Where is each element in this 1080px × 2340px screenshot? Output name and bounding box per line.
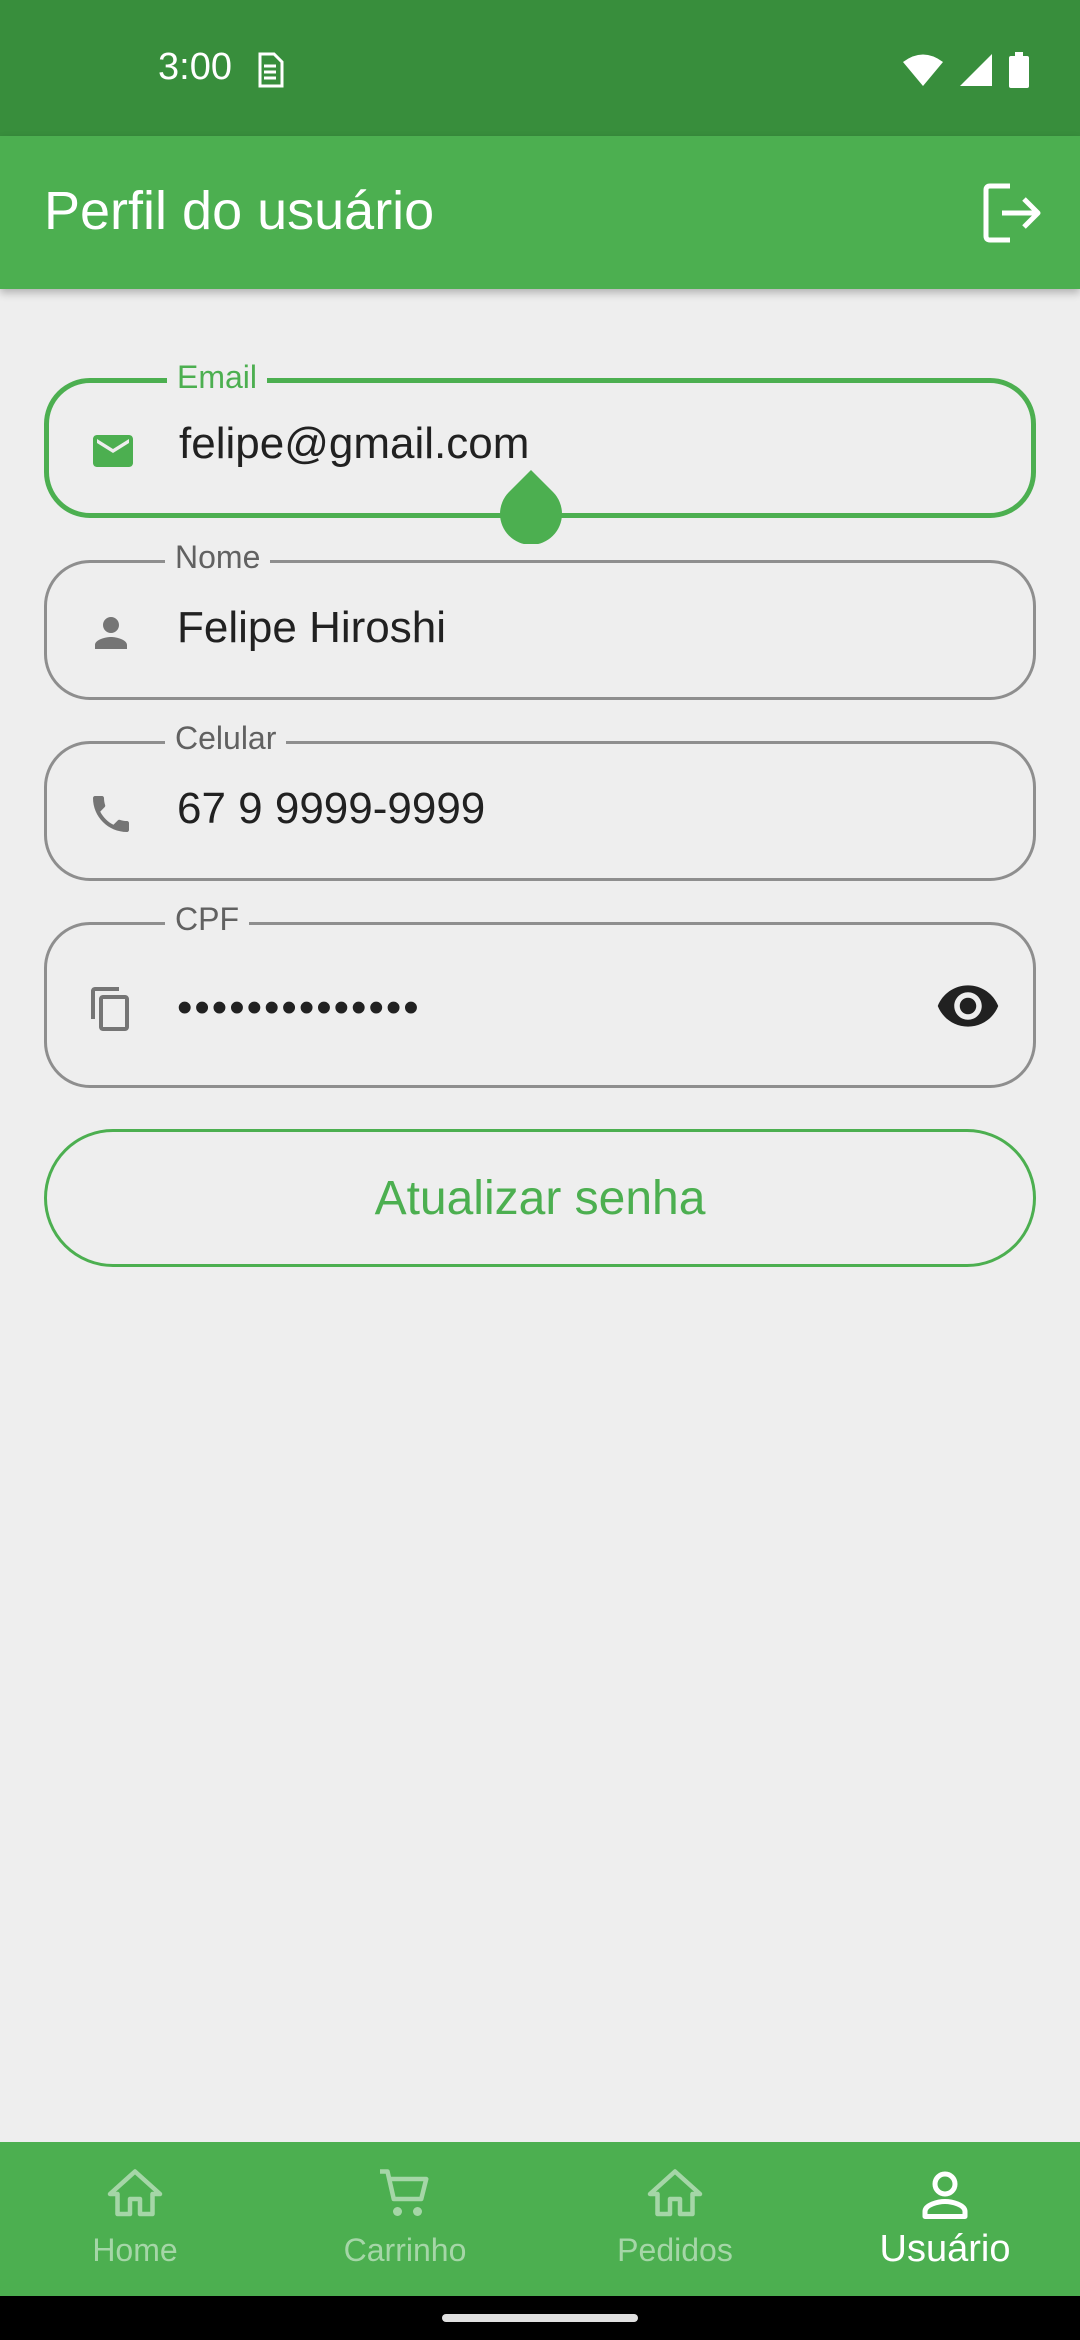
phone-value[interactable]: 67 9 9999-9999	[177, 784, 485, 834]
phone-label: Celular	[165, 716, 287, 760]
battery-icon	[1009, 52, 1029, 88]
cpf-value[interactable]: ••••••••••••••	[177, 983, 421, 1033]
signal-icon	[960, 54, 992, 86]
page-title: Perfil do usuário	[44, 181, 435, 241]
nav-item-carrinho[interactable]: Carrinho	[270, 2142, 540, 2296]
gesture-handle[interactable]	[442, 2314, 638, 2322]
nav-item-pedidos[interactable]: Pedidos	[540, 2142, 810, 2296]
status-time: 3:00	[158, 46, 232, 88]
person-icon	[95, 617, 127, 649]
cpf-field[interactable]: CPF ••••••••••••••	[44, 897, 1036, 1088]
person-icon	[922, 2171, 968, 2219]
text-cursor-handle[interactable]	[500, 470, 562, 544]
nav-label-usuario: Usuário	[879, 2228, 1011, 2270]
copy-icon	[91, 987, 129, 1031]
status-icons	[902, 50, 1030, 90]
home-icon	[647, 2169, 703, 2217]
email-label: Email	[167, 355, 268, 399]
name-label: Nome	[165, 535, 271, 579]
app-bar: Perfil do usuário	[0, 136, 1080, 289]
logout-icon[interactable]	[980, 180, 1046, 246]
phone-icon	[93, 796, 129, 832]
status-bar: 3:00	[0, 0, 1080, 136]
gesture-bar	[0, 2296, 1080, 2340]
name-value[interactable]: Felipe Hiroshi	[177, 603, 446, 653]
phone-field[interactable]: Celular 67 9 9999-9999	[44, 716, 1036, 881]
bottom-nav: Home Carrinho Pedidos Usuário	[0, 2142, 1080, 2296]
sim-icon	[258, 52, 284, 88]
home-icon	[107, 2169, 163, 2217]
cart-icon	[380, 2169, 429, 2216]
nav-item-home[interactable]: Home	[0, 2142, 270, 2296]
nav-label-carrinho: Carrinho	[343, 2232, 467, 2268]
nav-label-pedidos: Pedidos	[617, 2232, 733, 2268]
email-value[interactable]: felipe@gmail.com	[179, 419, 529, 469]
nav-item-usuario[interactable]: Usuário	[810, 2142, 1080, 2296]
update-password-button[interactable]: Atualizar senha	[44, 1129, 1036, 1267]
cpf-label: CPF	[165, 897, 249, 941]
name-field[interactable]: Nome Felipe Hiroshi	[44, 535, 1036, 700]
email-icon	[93, 435, 133, 467]
nav-label-home: Home	[92, 2232, 178, 2268]
wifi-icon	[903, 54, 943, 86]
visibility-toggle-icon[interactable]	[935, 973, 1001, 1039]
